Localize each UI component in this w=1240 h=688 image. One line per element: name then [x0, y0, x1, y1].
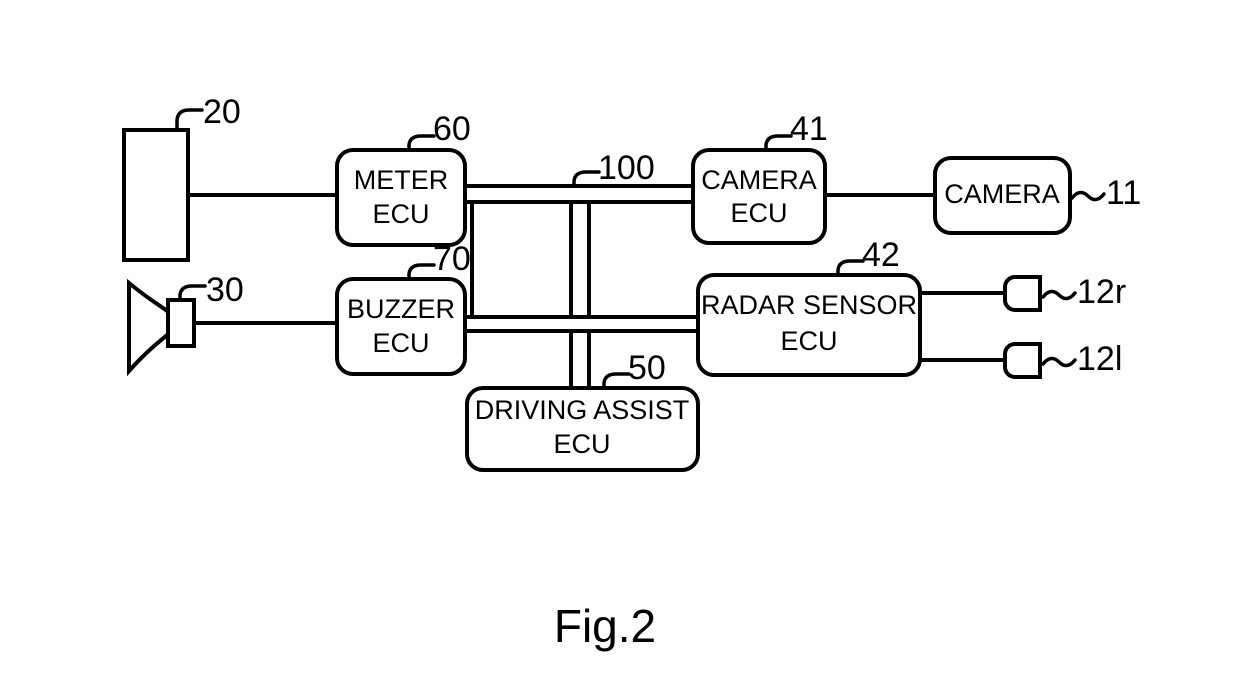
radar-sensor-ecu-label-line2: ECU [780, 326, 837, 356]
leader-line-30 [178, 284, 207, 302]
driving-assist-ecu-label-line2: ECU [553, 429, 610, 459]
figure-root: METER ECU BUZZER ECU CAMERA ECU RADAR SE… [0, 0, 1240, 688]
block-radar-sensor-left[interactable] [1003, 342, 1042, 379]
block-camera-ecu[interactable] [691, 148, 827, 245]
meter-ecu-label-line2: ECU [372, 199, 429, 229]
ref-num-42: 42 [862, 236, 900, 274]
radar-sensor-ecu-label-line1: RADAR SENSOR [701, 290, 917, 320]
ref-num-100: 100 [598, 149, 655, 187]
leader-line-60 [407, 134, 436, 152]
ref-num-60: 60 [433, 110, 471, 148]
patent-block-diagram: METER ECU BUZZER ECU CAMERA ECU RADAR SE… [122, 93, 1141, 652]
block-radar-sensor-right[interactable] [1003, 275, 1042, 312]
leader-line-12r [1041, 289, 1077, 301]
speaker-horn-icon [127, 278, 170, 377]
camera-ecu-label-line1: CAMERA [701, 165, 817, 195]
ref-num-70: 70 [433, 240, 471, 278]
driving-assist-ecu-label-line1: DRIVING ASSIST [475, 395, 690, 425]
ref-num-12l: 12l [1077, 340, 1122, 378]
meter-ecu-label-line1: METER [354, 165, 449, 195]
leader-line-100 [572, 170, 601, 188]
leader-line-41 [764, 134, 793, 152]
leader-line-20 [175, 108, 204, 132]
ref-num-50: 50 [628, 349, 666, 387]
camera-label: CAMERA [944, 179, 1060, 209]
ref-num-41: 41 [790, 110, 828, 148]
ref-num-11: 11 [1106, 174, 1141, 212]
ref-num-30: 30 [206, 271, 244, 309]
buzzer-ecu-label-line2: ECU [372, 328, 429, 358]
speaker-body-icon [166, 298, 196, 348]
figure-caption: Fig.2 [554, 600, 656, 652]
buzzer-ecu-label-line1: BUZZER [347, 294, 455, 324]
camera-ecu-label-line2: ECU [730, 198, 787, 228]
ref-num-12r: 12r [1077, 273, 1126, 311]
leader-line-11 [1070, 190, 1106, 202]
block-display[interactable] [122, 128, 190, 262]
ref-num-20: 20 [203, 93, 241, 131]
leader-line-12l [1041, 356, 1077, 368]
leader-line-42 [836, 259, 865, 277]
leader-line-70 [407, 263, 436, 281]
leader-line-50 [602, 372, 631, 390]
